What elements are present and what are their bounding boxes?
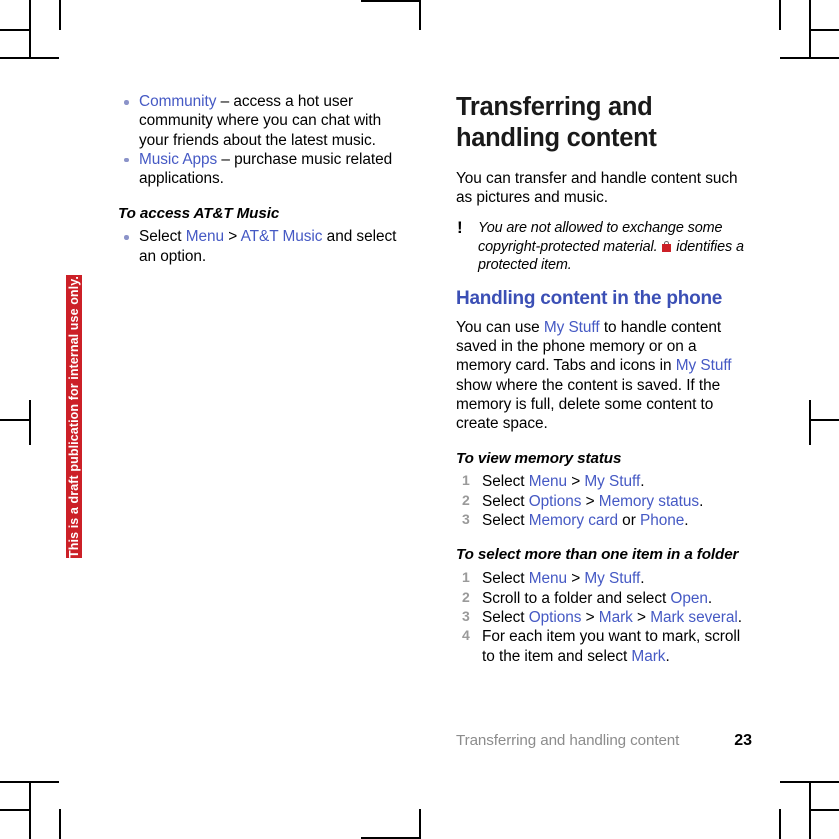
list-item: Select Memory card or Phone.: [456, 511, 752, 530]
step-mid: >: [581, 608, 599, 626]
page-content: Community – access a hot user community …: [0, 0, 839, 839]
section-heading-handling-content: Handling content in the phone: [456, 287, 723, 309]
step-pre: Scroll to a folder and select: [482, 589, 671, 607]
list-item: Music Apps – purchase music related appl…: [118, 150, 414, 189]
list-item: Select Menu > My Stuff.: [456, 472, 752, 491]
intro-paragraph: You can transfer and handle content such…: [456, 169, 738, 207]
music-services-bullet-list: Community – access a hot user community …: [118, 92, 414, 189]
memory-status-link[interactable]: Memory status: [599, 493, 699, 510]
att-music-link[interactable]: AT&T Music: [241, 228, 323, 245]
step-post: .: [699, 492, 704, 510]
step-mid: >: [567, 473, 585, 491]
left-column: Community – access a hot user community …: [118, 92, 414, 266]
handling-content-paragraph: You can use My Stuff to handle content s…: [456, 318, 752, 434]
my-stuff-link[interactable]: My Stuff: [544, 319, 600, 336]
page-number: 23: [734, 732, 752, 749]
task-heading-select-multiple-items: To select more than one item in a folder: [456, 546, 739, 564]
step-pre: Select: [482, 570, 529, 588]
menu-link[interactable]: Menu: [186, 228, 224, 245]
menu-link[interactable]: Menu: [529, 570, 567, 587]
step-post: .: [665, 647, 670, 665]
step-mid-2: >: [632, 608, 651, 626]
list-item: Community – access a hot user community …: [118, 92, 414, 150]
list-item: Select Menu > AT&T Music and select an o…: [118, 227, 414, 266]
exclamation-icon: !: [457, 218, 463, 238]
mark-link[interactable]: Mark: [631, 648, 665, 665]
menu-link[interactable]: Menu: [529, 473, 567, 490]
task-heading-access-att-music: To access AT&T Music: [118, 204, 280, 222]
task-heading-view-memory-status: To view memory status: [456, 449, 622, 467]
mark-several-link[interactable]: Mark several: [650, 609, 738, 626]
options-link[interactable]: Options: [529, 493, 582, 510]
my-stuff-link[interactable]: My Stuff: [584, 473, 640, 490]
para-seg-1: You can use: [456, 318, 544, 336]
list-item: Select Menu > My Stuff.: [456, 569, 752, 588]
step-mid: or: [617, 512, 640, 530]
step-pre: For each item you want to mark, scroll t…: [482, 628, 741, 665]
step-pre: Select: [482, 473, 529, 491]
copyright-note: ! You are not allowed to exchange some co…: [456, 218, 752, 273]
list-item: Scroll to a folder and select Open.: [456, 589, 752, 608]
list-item: Select Options > Memory status.: [456, 492, 752, 511]
step-post: .: [707, 589, 713, 607]
mark-link[interactable]: Mark: [599, 609, 633, 626]
list-item: Select Options > Mark > Mark several.: [456, 608, 752, 627]
phone-link[interactable]: Phone: [640, 512, 684, 529]
step-mid: >: [567, 570, 585, 588]
options-link[interactable]: Options: [529, 609, 582, 626]
step-pre: Select: [482, 512, 529, 530]
access-att-music-steps: Select Menu > AT&T Music and select an o…: [118, 227, 414, 266]
right-column: Transferring and handling content You ca…: [456, 92, 752, 666]
step-post: .: [737, 608, 742, 626]
step-mid: >: [581, 492, 599, 510]
list-item: For each item you want to mark, scroll t…: [456, 627, 752, 666]
step-post: .: [640, 570, 645, 588]
step-post: .: [684, 512, 689, 530]
step-separator: >: [224, 228, 241, 246]
para-seg-3: show where the content is saved. If the …: [456, 376, 721, 433]
open-link[interactable]: Open: [670, 590, 708, 607]
step-pre: Select: [482, 492, 529, 510]
my-stuff-link[interactable]: My Stuff: [676, 357, 732, 374]
padlock-icon: [662, 240, 672, 252]
view-memory-status-steps: Select Menu > My Stuff. Select Options >…: [456, 472, 752, 530]
page-footer: Transferring and handling content 23: [456, 732, 752, 750]
memory-card-link[interactable]: Memory card: [529, 512, 618, 529]
page-title: Transferring and handling content: [456, 93, 657, 153]
step-post: .: [640, 473, 645, 491]
my-stuff-link[interactable]: My Stuff: [584, 570, 640, 587]
music-apps-link[interactable]: Music Apps: [139, 151, 217, 168]
step-pre: Select: [482, 608, 529, 626]
community-link[interactable]: Community: [139, 93, 216, 110]
footer-section-title: Transferring and handling content: [456, 732, 680, 749]
step-text-pre: Select: [139, 228, 186, 246]
select-multiple-items-steps: Select Menu > My Stuff. Scroll to a fold…: [456, 569, 752, 666]
